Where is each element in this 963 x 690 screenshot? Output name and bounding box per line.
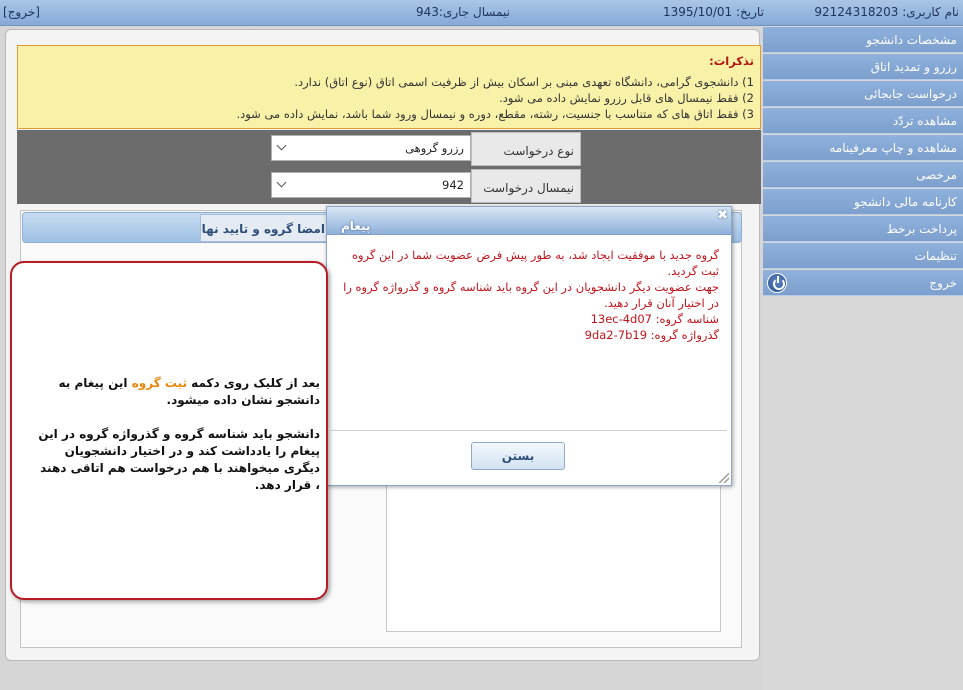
dialog-header[interactable]: پیغام ✖ <box>327 207 731 235</box>
note-line: 1) دانشجوی گرامی، دانشگاه تعهدی مبنی بر … <box>294 75 754 89</box>
notes-title: تذکرات: <box>709 54 754 68</box>
sidebar-item-label: رزرو و تمدید اتاق <box>870 60 957 74</box>
chevron-down-icon <box>276 177 287 188</box>
sidebar: مشخصات دانشجو رزرو و تمدید اتاق درخواست … <box>763 27 963 690</box>
power-icon <box>767 273 787 293</box>
sidebar-item-transfer-request[interactable]: درخواست جابجائی <box>763 81 963 107</box>
sidebar-item-label: مرخصی <box>916 168 957 182</box>
sidebar-item-online-payment[interactable]: پرداخت برخط <box>763 216 963 242</box>
sidebar-item-logout[interactable]: خروج <box>763 270 963 296</box>
current-term-label: نیمسال جاری:943 <box>416 5 511 19</box>
request-type-select[interactable]: رزرو گروهی <box>271 135 471 161</box>
tab-group-sign-and-confirm[interactable]: امضا گروه و تایید نهایی <box>200 214 330 242</box>
close-button[interactable]: بستن <box>471 442 565 470</box>
divider <box>331 430 727 431</box>
sidebar-item-introduction-letter[interactable]: مشاهده و چاپ معرفینامه <box>763 135 963 161</box>
message-dialog: پیغام ✖ گروه جدید با موفقیت ایجاد شد، به… <box>326 206 732 486</box>
instruction-callout: بعد از کلیک روی دکمه ثبت گروه این پیغام … <box>10 261 328 600</box>
sidebar-item-financial-record[interactable]: کارنامه مالی دانشجو <box>763 189 963 215</box>
sidebar-item-label: مشاهده تردّد <box>892 114 957 128</box>
dialog-title: پیغام <box>341 219 371 233</box>
sidebar-item-leave[interactable]: مرخصی <box>763 162 963 188</box>
request-term-select[interactable]: 942 <box>271 172 471 198</box>
sidebar-item-label: کارنامه مالی دانشجو <box>853 195 957 209</box>
note-line: 3) فقط اتاق های که متناسب با جنسیت، رشته… <box>236 107 754 121</box>
username-label: نام کاربری: 92124318203 <box>814 5 959 19</box>
request-type-label: نوع درخواست <box>471 132 581 166</box>
sidebar-item-settings[interactable]: تنظیمات <box>763 243 963 269</box>
sidebar-item-student-profile[interactable]: مشخصات دانشجو <box>763 27 963 53</box>
request-term-label: نیمسال درخواست <box>471 169 581 203</box>
sidebar-item-label: درخواست جابجائی <box>864 87 957 101</box>
callout-paragraph: بعد از کلیک روی دکمه ثبت گروه این پیغام … <box>38 375 320 409</box>
chevron-down-icon <box>276 140 287 151</box>
sidebar-item-label: پرداخت برخط <box>886 222 957 236</box>
request-type-value: رزرو گروهی <box>405 141 464 155</box>
close-icon[interactable]: ✖ <box>717 208 728 223</box>
exit-link[interactable]: [خروج] <box>3 5 40 19</box>
resize-grip-icon[interactable] <box>719 473 729 483</box>
filter-panel: نوع درخواست رزرو گروهی نیمسال درخواست 94… <box>17 130 761 204</box>
callout-highlight: ثبت گروه <box>131 376 187 390</box>
dialog-message: گروه جدید با موفقیت ایجاد شد، به طور پیش… <box>339 247 719 343</box>
sidebar-item-label: مشاهده و چاپ معرفینامه <box>829 141 957 155</box>
request-term-value: 942 <box>442 178 464 192</box>
group-id-line: شناسه گروه: 13ec-4d07 <box>590 312 719 326</box>
sidebar-item-room-reservation[interactable]: رزرو و تمدید اتاق <box>763 54 963 80</box>
note-line: 2) فقط نیمسال های قابل رزرو نمایش داده م… <box>499 91 754 105</box>
group-password-line: گذرواژه گروه: 9da2-7b19 <box>584 328 719 342</box>
dialog-message-line: گروه جدید با موفقیت ایجاد شد، به طور پیش… <box>351 248 719 278</box>
top-bar: نام کاربری: 92124318203 تاریخ: 1395/10/0… <box>0 0 963 26</box>
sidebar-item-label: تنظیمات <box>914 249 957 263</box>
date-label: تاریخ: 1395/10/01 <box>663 5 764 19</box>
sidebar-item-label: مشخصات دانشجو <box>866 33 957 47</box>
sidebar-item-attendance[interactable]: مشاهده تردّد <box>763 108 963 134</box>
dialog-message-line: جهت عضویت دیگر دانشجویان در این گروه بای… <box>343 280 719 310</box>
callout-text-part: بعد از کلیک روی دکمه <box>186 376 320 390</box>
sidebar-item-label: خروج <box>929 276 957 290</box>
callout-paragraph: دانشجو باید شناسه گروه و گذرواژه گروه در… <box>38 427 320 492</box>
notes-box: تذکرات: 1) دانشجوی گرامی، دانشگاه تعهدی … <box>17 45 761 129</box>
callout-text: بعد از کلیک روی دکمه ثبت گروه این پیغام … <box>38 375 320 494</box>
group-content-box <box>386 480 721 632</box>
